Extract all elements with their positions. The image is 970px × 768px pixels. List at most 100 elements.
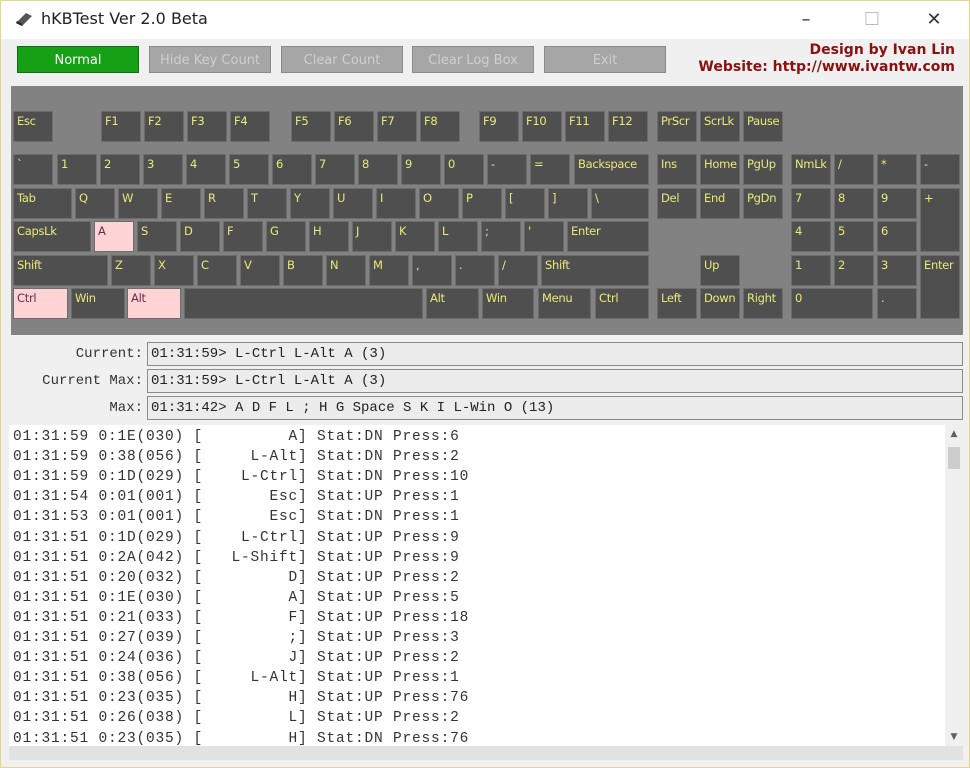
normal-button[interactable]: Normal [17, 46, 139, 73]
key-8: 8 [834, 188, 874, 219]
key-r: R [204, 188, 244, 219]
key-f5: F5 [291, 111, 331, 142]
key-x: X [154, 255, 194, 286]
key-alt: Alt [127, 288, 181, 319]
clear-log-box-button[interactable]: Clear Log Box [412, 46, 534, 73]
key-0: 0 [444, 154, 484, 185]
key-2: 2 [834, 255, 874, 286]
log-entry: 01:31:51 0:27(039) [ ;] Stat:UP Press:3 [13, 630, 460, 646]
key-g: G [266, 221, 306, 252]
key-shift: Shift [541, 255, 649, 286]
key-f2: F2 [144, 111, 184, 142]
key--61-: = [530, 154, 570, 185]
key-n: N [326, 255, 366, 286]
key-s: S [137, 221, 177, 252]
scroll-thumb[interactable] [948, 447, 960, 469]
log-entry: 01:31:51 0:1E(030) [ A] Stat:UP Press:5 [13, 589, 460, 606]
log-entry: 01:31:51 0:38(056) [ L-Alt] Stat:UP Pres… [13, 670, 460, 687]
maximize-button[interactable]: ☐ [849, 5, 895, 35]
key-f7: F7 [377, 111, 417, 142]
key-f6: F6 [334, 111, 374, 142]
key-o: O [419, 188, 459, 219]
log-scrollbar[interactable]: ▲ ▼ [945, 425, 963, 746]
key-ins: Ins [657, 154, 697, 185]
key-e: E [161, 188, 201, 219]
keyboard-panel: Esc F1 F2 F3 F4 F5 F6 F7 F8 F9 F10 F11 F12 PrScr ScrLk… [11, 86, 963, 335]
key-6: 6 [272, 154, 312, 185]
log-entry: 01:31:51 0:23(035) [ H] Stat:UP Press:76 [13, 690, 470, 707]
key--93-: ] [548, 188, 588, 219]
key-f3: F3 [187, 111, 227, 142]
key-u: U [333, 188, 373, 219]
log-entry: 01:31:51 0:23(035) [ H] Stat:DN Press:76 [13, 730, 470, 747]
key-f9: F9 [479, 111, 519, 142]
hide-key-count-button[interactable]: Hide Key Count [149, 46, 271, 73]
log-box[interactable]: 01:31:59 0:1E(030) [ A] Stat:DN Press:6 0… [9, 425, 945, 746]
minimize-button[interactable]: – [783, 5, 829, 35]
log-entry: 01:31:51 0:20(032) [ D] Stat:UP Press:2 [13, 569, 460, 586]
key-7: 7 [791, 188, 831, 219]
key-del: Del [657, 188, 697, 219]
key-4: 4 [791, 221, 831, 252]
key-8: 8 [358, 154, 398, 185]
exit-button[interactable]: Exit [544, 46, 666, 73]
key-f: F [223, 221, 263, 252]
log-entry: 01:31:53 0:01(001) [ Esc] Stat:DN Press:… [13, 509, 460, 526]
current-field: 01:31:59> L-Ctrl L-Alt A (3) [147, 342, 963, 366]
key-esc: Esc [13, 111, 53, 142]
window-title: hKBTest Ver 2.0 Beta [41, 9, 208, 28]
key--46-: . [877, 288, 917, 319]
key-c: C [197, 255, 237, 286]
log-entry: 01:31:59 0:1D(029) [ L-Ctrl] Stat:DN Pre… [13, 469, 470, 486]
key-enter: Enter [567, 221, 649, 252]
scroll-down-arrow-icon[interactable]: ▼ [945, 732, 963, 742]
key-f8: F8 [420, 111, 460, 142]
key--47-: / [498, 255, 538, 286]
key-shift: Shift [13, 255, 108, 286]
log-entry: 01:31:51 0:21(033) [ F] Stat:UP Press:18 [13, 609, 470, 626]
key-pgup: PgUp [743, 154, 783, 185]
key-f10: F10 [522, 111, 562, 142]
website-link[interactable]: Website: http://www.ivantw.com [698, 59, 955, 75]
key-end: End [700, 188, 740, 219]
key-2: 2 [100, 154, 140, 185]
key-down: Down [700, 288, 740, 319]
key-prscr: PrScr [657, 111, 697, 142]
key-h: H [309, 221, 349, 252]
scroll-up-arrow-icon[interactable]: ▲ [945, 429, 963, 439]
key-alt: Alt [426, 288, 479, 319]
key--45-: - [920, 154, 960, 185]
key--96-: ` [13, 154, 53, 185]
key-left: Left [657, 288, 697, 319]
key-3: 3 [143, 154, 183, 185]
key--39-: ' [524, 221, 564, 252]
close-button[interactable]: ✕ [911, 5, 957, 35]
key-1: 1 [791, 255, 831, 286]
key-pause: Pause [743, 111, 783, 142]
key-j: J [352, 221, 392, 252]
key-5: 5 [834, 221, 874, 252]
key--91-: [ [505, 188, 545, 219]
key-k: K [395, 221, 435, 252]
key-f12: F12 [608, 111, 648, 142]
key-backspace: Backspace [574, 154, 649, 185]
key-a: A [94, 221, 134, 252]
key-9: 9 [401, 154, 441, 185]
key-m: M [369, 255, 409, 286]
key-b: B [283, 255, 323, 286]
key-1: 1 [57, 154, 97, 185]
status-strip [9, 746, 963, 760]
clear-count-button[interactable]: Clear Count [281, 46, 403, 73]
key-win: Win [71, 288, 125, 319]
key-4: 4 [186, 154, 226, 185]
max-field: 01:31:42> A D F L ; H G Space S K I L-Wi… [147, 396, 963, 420]
max-label: Max: [109, 400, 143, 416]
key--42-: * [877, 154, 917, 185]
key--45-: - [487, 154, 527, 185]
key-right: Right [743, 288, 783, 319]
key-5: 5 [229, 154, 269, 185]
key--47-: / [834, 154, 874, 185]
key-f11: F11 [565, 111, 605, 142]
key-p: P [462, 188, 502, 219]
current-max-field: 01:31:59> L-Ctrl L-Alt A (3) [147, 369, 963, 393]
